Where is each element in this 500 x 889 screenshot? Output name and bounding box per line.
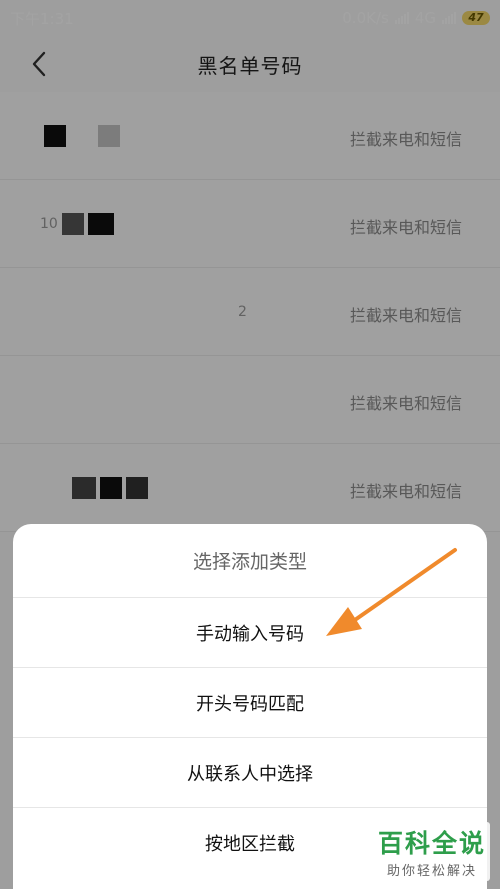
option-prefix-match[interactable]: 开头号码匹配 [13, 668, 487, 738]
watermark-sub: 助你轻松解决 [386, 864, 477, 879]
sheet-title: 选择添加类型 [13, 524, 487, 598]
watermark-main: 百科全说 [377, 829, 486, 858]
watermark-logo: 百科全说 助你轻松解决 [373, 822, 490, 881]
option-from-contacts[interactable]: 从联系人中选择 [13, 738, 487, 808]
option-manual-input[interactable]: 手动输入号码 [13, 598, 487, 668]
